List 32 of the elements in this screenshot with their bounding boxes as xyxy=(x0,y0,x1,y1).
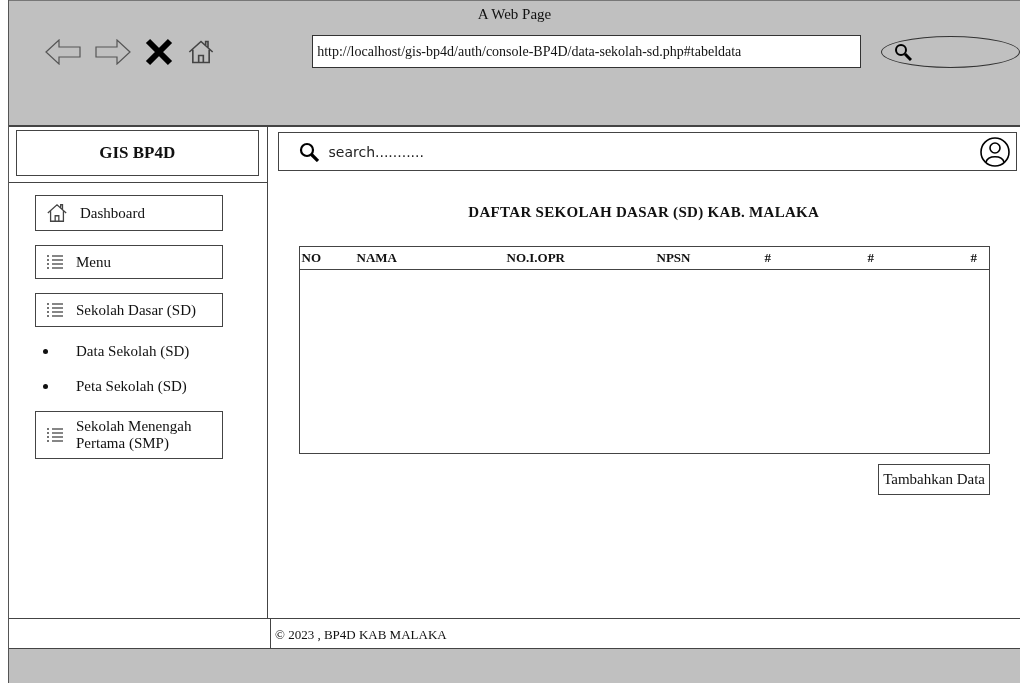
brand-title: GIS BP4D xyxy=(16,130,259,176)
list-icon xyxy=(46,254,64,270)
page-heading: DAFTAR SEKOLAH DASAR (SD) KAB. MALAKA xyxy=(467,204,821,221)
bullet-icon xyxy=(43,384,48,389)
list-icon xyxy=(46,427,64,443)
column-header: # xyxy=(764,250,772,266)
home-icon xyxy=(46,202,68,224)
forward-arrow-icon[interactable] xyxy=(95,38,131,65)
submenu-link[interactable]: Data Sekolah (SD) xyxy=(76,343,190,360)
column-header: # xyxy=(867,250,875,266)
nav-item[interactable]: Sekolah Dasar (SD) xyxy=(35,293,223,327)
search-bar[interactable]: search........... xyxy=(277,132,1017,171)
nav-item[interactable]: Dashboard xyxy=(35,195,223,231)
footer-text: © 2023 , BP4D KAB MALAKA xyxy=(274,626,447,644)
bullet-icon xyxy=(43,349,48,354)
add-data-button[interactable]: Tambahkan Data xyxy=(878,464,990,495)
nav-item[interactable]: Menu xyxy=(35,245,223,279)
window-title: A Web Page xyxy=(476,5,553,23)
nav-item[interactable]: Sekolah Menengah Pertama (SMP) xyxy=(35,411,223,459)
column-header: # xyxy=(970,250,978,266)
close-icon[interactable] xyxy=(145,37,173,66)
back-arrow-icon[interactable] xyxy=(45,38,81,65)
search-icon xyxy=(894,42,913,61)
search-icon xyxy=(298,141,319,162)
url-field[interactable]: http://localhost/gis-bp4d/auth/console-BP4D/data-sekolah-sd.php#tabeldata xyxy=(312,35,862,68)
submenu-link[interactable]: Peta Sekolah (SD) xyxy=(76,378,187,395)
column-header: NO.I.OPR xyxy=(506,250,566,266)
column-header: NPSN xyxy=(656,250,692,266)
column-header: NO xyxy=(301,250,322,266)
list-icon xyxy=(46,302,64,318)
user-avatar-icon[interactable] xyxy=(980,136,1010,167)
column-header: NAMA xyxy=(356,250,398,266)
